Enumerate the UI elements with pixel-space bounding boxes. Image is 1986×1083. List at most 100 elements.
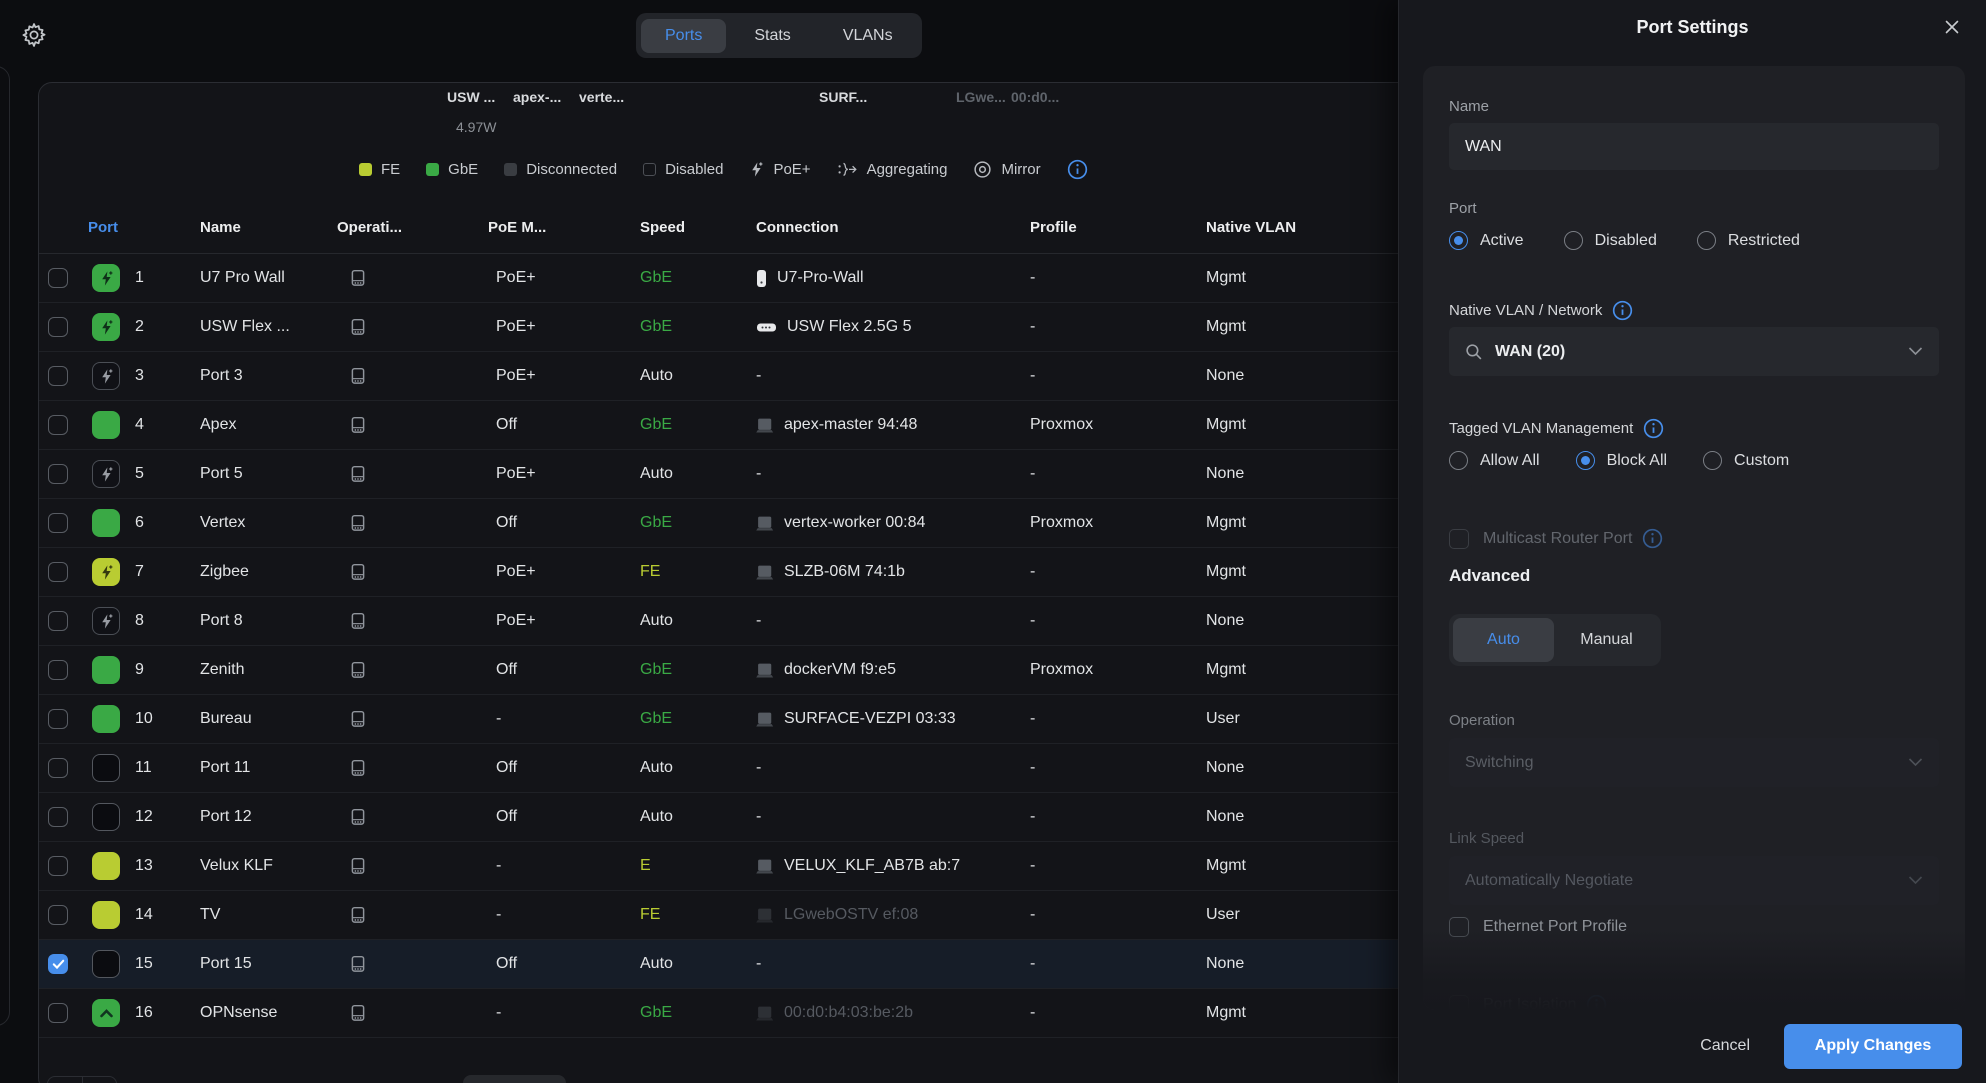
row-select-checkbox[interactable] [48, 513, 68, 533]
row-select-checkbox[interactable] [48, 1003, 68, 1023]
radio-dot [1449, 451, 1468, 470]
radio-label: Allow All [1480, 452, 1540, 470]
native-vlan-select[interactable]: WAN (20) [1449, 327, 1939, 376]
ethernet-port-profile-checkbox[interactable]: Ethernet Port Profile [1449, 917, 1627, 937]
operation-cell [337, 465, 488, 483]
connection-cell: dockerVM f9:e5 [756, 661, 1030, 679]
tab-stats[interactable]: Stats [730, 19, 814, 53]
port-status-cell [88, 852, 135, 880]
port-status-icon-poe-outline [92, 607, 120, 635]
port-status-icon-outline [92, 950, 120, 978]
row-checkbox-cell [39, 513, 88, 533]
name-input[interactable] [1449, 123, 1939, 170]
row-select-checkbox[interactable] [48, 366, 68, 386]
port-status-icon-poe-outline [92, 362, 120, 390]
column-header-port[interactable]: Port [88, 219, 200, 236]
row-select-checkbox[interactable] [48, 905, 68, 925]
speed-value: GbE [640, 416, 756, 434]
table-row[interactable]: 3Port 3PoE+Auto--None [39, 352, 1437, 401]
table-row[interactable]: 9ZenithOffGbEdockerVM f9:e5ProxmoxMgmt [39, 646, 1437, 695]
operation-cell [337, 955, 488, 973]
table-row[interactable]: 15Port 15OffAuto--None [39, 940, 1437, 989]
switch-device-icon [349, 269, 488, 287]
profile-value: Proxmox [1030, 661, 1206, 679]
row-select-checkbox[interactable] [48, 856, 68, 876]
port-name: Bureau [200, 710, 337, 728]
column-header-profile[interactable]: Profile [1030, 219, 1206, 236]
table-row[interactable]: 8Port 8PoE+Auto--None [39, 597, 1437, 646]
row-select-checkbox[interactable] [48, 415, 68, 435]
table-row[interactable]: 14TV-FELGwebOSTV ef:08-User [39, 891, 1437, 940]
legend-label: FE [381, 161, 400, 178]
port-state-radio-active[interactable]: Active [1449, 231, 1524, 250]
table-row[interactable]: 13Velux KLF-EVELUX_KLF_AB7B ab:7-Mgmt [39, 842, 1437, 891]
port-state-radio-disabled[interactable]: Disabled [1564, 231, 1657, 250]
row-select-checkbox[interactable] [48, 268, 68, 288]
close-icon[interactable] [1944, 19, 1960, 40]
aggregating-icon [837, 161, 858, 178]
info-icon[interactable] [1612, 300, 1633, 321]
port-state-radio-restricted[interactable]: Restricted [1697, 231, 1800, 250]
table-row[interactable]: 7ZigbeePoE+FESLZB-06M 74:1b-Mgmt [39, 548, 1437, 597]
table-row[interactable]: 10Bureau-GbESURFACE-VEZPI 03:33-User [39, 695, 1437, 744]
row-select-checkbox[interactable] [48, 807, 68, 827]
tab-ports[interactable]: Ports [641, 19, 726, 53]
connected-device-label: 00:d0... [1011, 89, 1059, 105]
connection-name: vertex-worker 00:84 [784, 514, 933, 532]
tagged-vlan-radio-custom[interactable]: Custom [1703, 451, 1789, 470]
legend-item-fe: FE [359, 161, 400, 178]
tagged-vlan-radio-allow-all[interactable]: Allow All [1449, 451, 1540, 470]
port-number: 3 [135, 367, 200, 385]
table-row[interactable]: 2USW Flex ...PoE+GbEUSW Flex 2.5G 5-Mgmt [39, 303, 1437, 352]
row-select-checkbox[interactable] [48, 562, 68, 582]
cancel-button[interactable]: Cancel [1700, 1037, 1750, 1055]
table-row[interactable]: 5Port 5PoE+Auto--None [39, 450, 1437, 499]
row-select-checkbox[interactable] [48, 317, 68, 337]
column-header-connection[interactable]: Connection [756, 219, 1030, 236]
profile-value: - [1030, 612, 1206, 630]
connection-cell: - [756, 367, 1030, 385]
row-select-checkbox[interactable] [48, 954, 68, 974]
row-select-checkbox[interactable] [48, 464, 68, 484]
port-name: U7 Pro Wall [200, 269, 337, 287]
port-isolation-checkbox[interactable]: Port Isolation [1449, 994, 1607, 1010]
table-row[interactable]: 6VertexOffGbEvertex-worker 00:84ProxmoxM… [39, 499, 1437, 548]
connection-cell: - [756, 808, 1030, 826]
row-select-checkbox[interactable] [48, 758, 68, 778]
settings-gear-icon[interactable] [20, 21, 48, 49]
column-header-poe-mode[interactable]: PoE M... [488, 219, 640, 236]
pagination-stub[interactable] [463, 1075, 566, 1083]
bottom-left-buttons-stub[interactable] [47, 1076, 117, 1083]
switch-device-icon [349, 318, 488, 336]
row-select-checkbox[interactable] [48, 660, 68, 680]
port-status-icon-poe-green [92, 313, 120, 341]
apply-changes-button[interactable]: Apply Changes [1784, 1024, 1962, 1069]
table-row[interactable]: 4ApexOffGbEapex-master 94:48ProxmoxMgmt [39, 401, 1437, 450]
row-checkbox-cell [39, 562, 88, 582]
advanced-mode-manual[interactable]: Manual [1556, 618, 1657, 662]
row-select-checkbox[interactable] [48, 611, 68, 631]
row-select-checkbox[interactable] [48, 709, 68, 729]
port-number: 11 [135, 759, 200, 777]
info-icon[interactable] [1067, 159, 1088, 180]
connection-name: apex-master 94:48 [784, 416, 925, 434]
tagged-vlan-radio-block-all[interactable]: Block All [1576, 451, 1667, 470]
column-header-name[interactable]: Name [200, 219, 337, 236]
column-header-speed[interactable]: Speed [640, 219, 756, 236]
table-row[interactable]: 12Port 12OffAuto--None [39, 793, 1437, 842]
table-row[interactable]: 11Port 11OffAuto--None [39, 744, 1437, 793]
connection-cell: - [756, 465, 1030, 483]
port-name: Vertex [200, 514, 337, 532]
connected-device-label: SURF... [819, 89, 867, 105]
port-number: 13 [135, 857, 200, 875]
table-row[interactable]: 16OPNsense-GbE00:d0:b4:03:be:2b-Mgmt [39, 989, 1437, 1038]
column-header-operation[interactable]: Operati... [337, 219, 488, 236]
table-row[interactable]: 1U7 Pro WallPoE+GbEU7-Pro-Wall-Mgmt [39, 254, 1437, 303]
port-number: 6 [135, 514, 200, 532]
radio-dot [1449, 231, 1468, 250]
tab-vlans[interactable]: VLANs [819, 19, 917, 53]
advanced-mode-auto[interactable]: Auto [1453, 618, 1554, 662]
info-icon[interactable] [1643, 418, 1664, 439]
port-status-cell [88, 362, 135, 390]
port-status-cell [88, 656, 135, 684]
